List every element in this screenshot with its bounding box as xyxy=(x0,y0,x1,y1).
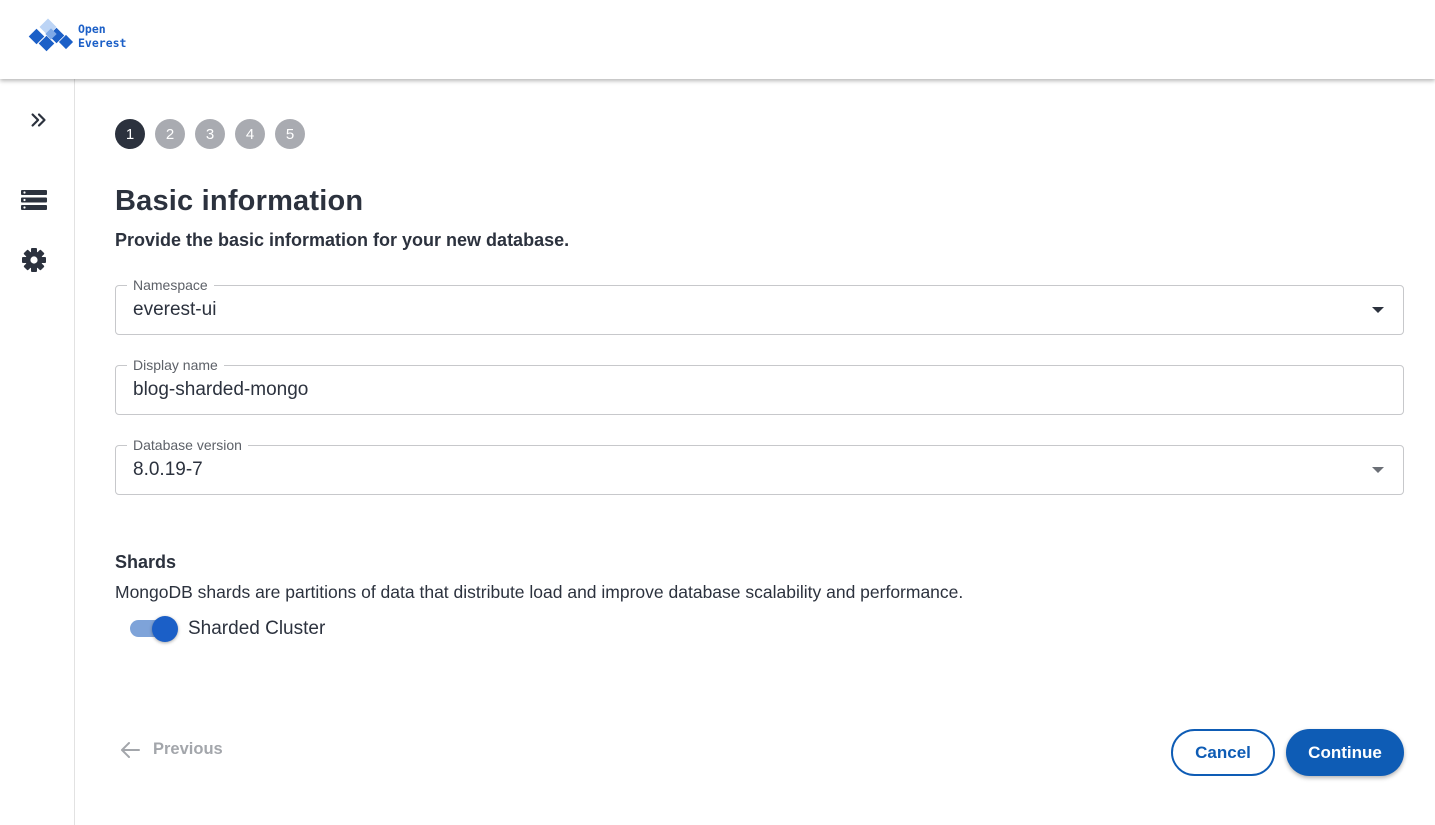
database-list-icon xyxy=(21,190,47,210)
sharded-cluster-toggle[interactable] xyxy=(130,616,178,642)
caret-down-icon xyxy=(1372,467,1384,473)
step-2: 2 xyxy=(155,119,185,149)
open-everest-logo-icon xyxy=(28,18,74,52)
step-1: 1 xyxy=(115,119,145,149)
cancel-button[interactable]: Cancel xyxy=(1171,729,1275,776)
database-version-value: 8.0.19-7 xyxy=(133,459,203,480)
wizard-stepper: 1 2 3 4 5 xyxy=(115,119,305,149)
step-4: 4 xyxy=(235,119,265,149)
shards-description: MongoDB shards are partitions of data th… xyxy=(115,582,964,602)
brand-name: Open Everest xyxy=(78,22,126,50)
brand-logo[interactable]: Open Everest xyxy=(27,18,126,54)
step-3: 3 xyxy=(195,119,225,149)
namespace-value: everest-ui xyxy=(133,299,217,320)
expand-nav-button[interactable] xyxy=(24,105,54,135)
continue-button[interactable]: Continue xyxy=(1286,729,1404,776)
sharded-cluster-label[interactable]: Sharded Cluster xyxy=(188,618,325,640)
brand-line-1: Open xyxy=(78,22,106,36)
page-title: Basic information xyxy=(115,185,364,217)
database-version-label: Database version xyxy=(127,436,248,454)
double-chevron-right-icon xyxy=(31,113,46,127)
database-version-select[interactable]: Database version 8.0.19-7 xyxy=(115,436,1404,495)
display-name-value: blog-sharded-mongo xyxy=(133,379,309,400)
shards-heading: Shards xyxy=(115,552,177,572)
app-header: Open Everest xyxy=(0,0,1435,79)
display-name-field[interactable]: Display name blog-sharded-mongo xyxy=(115,356,1404,415)
caret-down-icon xyxy=(1372,307,1384,313)
previous-button[interactable]: Previous xyxy=(119,740,223,759)
side-nav xyxy=(0,79,75,825)
page-subtitle: Provide the basic information for your n… xyxy=(115,230,570,250)
gear-icon xyxy=(22,248,46,272)
step-5: 5 xyxy=(275,119,305,149)
create-database-form: 1 2 3 4 5 Basic information Provide the … xyxy=(75,79,1435,825)
nav-settings[interactable] xyxy=(19,245,49,275)
display-name-label: Display name xyxy=(127,356,224,374)
brand-line-2: Everest xyxy=(78,36,127,50)
toggle-thumb xyxy=(152,616,178,642)
previous-label: Previous xyxy=(153,740,223,758)
arrow-left-icon xyxy=(121,741,140,758)
nav-databases[interactable] xyxy=(19,185,49,215)
namespace-select[interactable]: Namespace everest-ui xyxy=(115,276,1404,335)
namespace-label: Namespace xyxy=(127,276,214,294)
